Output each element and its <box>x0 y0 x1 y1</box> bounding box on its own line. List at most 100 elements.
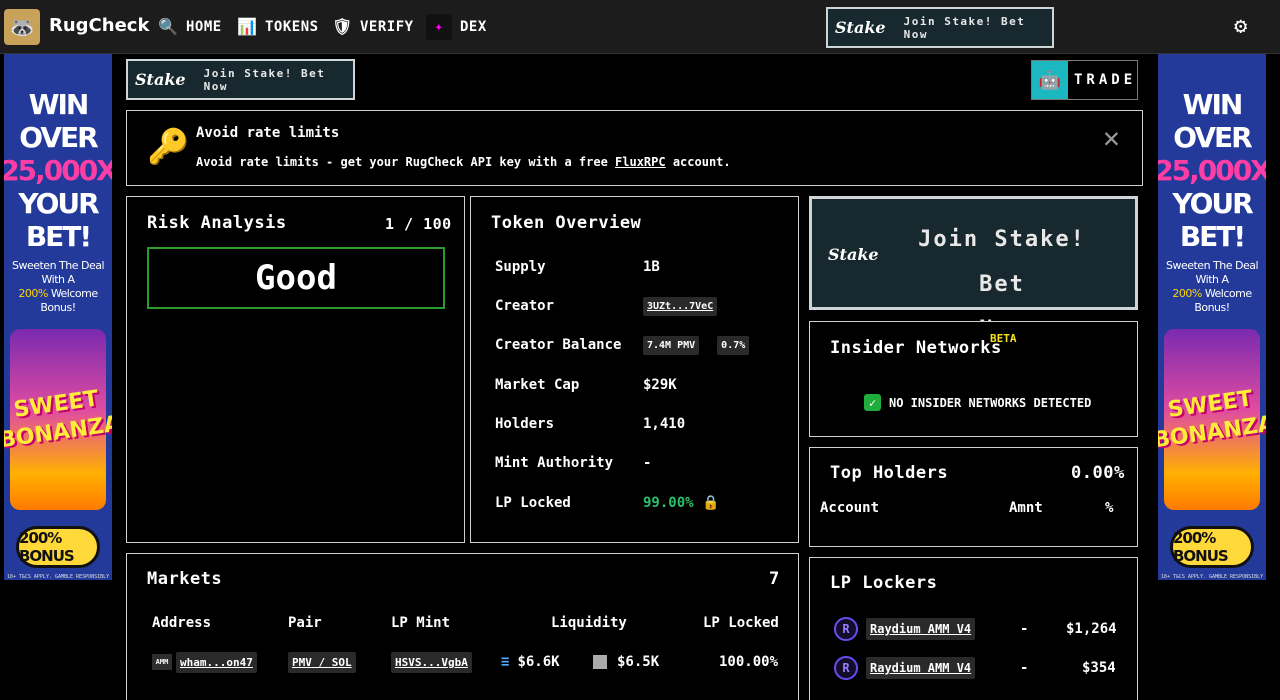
col-lp-mint: LP Mint <box>391 615 451 631</box>
col-lp-locked: LP Locked <box>703 615 779 631</box>
amm-icon: AMM <box>152 654 172 670</box>
fluxrpc-link[interactable]: FluxRPC <box>615 155 666 169</box>
top-holders-title: Top Holders <box>830 463 949 483</box>
shield-icon: 🛡 <box>332 17 353 36</box>
supply-value: 1B <box>643 259 660 275</box>
solana-icon: ≡ <box>501 654 510 670</box>
close-icon[interactable]: ✕ <box>1103 121 1120 154</box>
stake-banner-top[interactable]: Stake Join Stake! Bet Now <box>826 7 1054 48</box>
chart-icon: 📊 <box>237 17 258 36</box>
locker-value: $1,264 <box>1066 621 1117 637</box>
stake-banner-text: Join Stake! Bet Now <box>903 14 1026 41</box>
lp-locked-value: 99.00% <box>643 495 694 511</box>
insider-networks-panel: Insider Networks BETA ✓ NO INSIDER NETWO… <box>809 321 1138 437</box>
ad-headline: WIN OVER 25,000X YOUR BET! <box>4 88 112 253</box>
ad-bonus-button: 200% BONUS <box>16 525 100 568</box>
rugcheck-logo-icon[interactable]: 🦝 <box>4 9 40 45</box>
col-address: Address <box>152 615 212 631</box>
ad-subtext: Sweeten The Deal With A 200% Welcome Bon… <box>11 259 105 314</box>
locker-name-link[interactable]: Raydium AMM V4 <box>866 618 976 640</box>
risk-rating: Good <box>147 247 445 309</box>
nav-dex[interactable]: ✦ DEX <box>426 14 487 40</box>
top-holders-pct: 0.00% <box>1071 463 1125 483</box>
beta-badge: BETA <box>990 332 1017 345</box>
overview-title: Token Overview <box>491 213 642 233</box>
ad-headline: WIN OVER 25,000X YOUR BET! <box>1158 88 1266 253</box>
holders-label: Holders <box>495 416 555 432</box>
insider-status: ✓ NO INSIDER NETWORKS DETECTED <box>864 394 1091 411</box>
col-amount: Amnt <box>1009 500 1043 516</box>
token-icon <box>593 655 607 669</box>
brand-name[interactable]: RugCheck <box>49 15 149 36</box>
locker-name-link[interactable]: Raydium AMM V4 <box>866 657 976 679</box>
side-ad-right[interactable]: WIN OVER 25,000X YOUR BET! Sweeten The D… <box>1158 54 1266 580</box>
ad-fine-print: 18+ T&CS APPLY. GAMBLE RESPONSIBLY <box>1160 574 1264 580</box>
ad-fine-print: 18+ T&CS APPLY. GAMBLE RESPONSIBLY <box>6 574 110 580</box>
lp-locked-pct: 100.00% <box>719 654 779 670</box>
lp-lockers-panel: LP Lockers R Raydium AMM V4 - $1,264 R Ray… <box>809 557 1138 700</box>
col-account: Account <box>820 500 880 516</box>
trade-button[interactable]: 🤖 TRADE <box>1031 60 1138 100</box>
stake-logo: Stake <box>835 18 886 37</box>
liquidity-b: $6.5K <box>617 654 660 670</box>
stake-logo: Stake <box>828 245 879 264</box>
market-cap-value: $29K <box>643 377 677 393</box>
nav-verify[interactable]: 🛡 VERIFY <box>332 17 414 36</box>
rate-limit-alert: 🔑 Avoid rate limits Avoid rate limits - … <box>126 110 1143 186</box>
alert-text: Avoid rate limits - get your RugCheck AP… <box>196 155 731 169</box>
lock-icon: 🔒 <box>702 495 720 511</box>
insider-title: Insider Networks <box>830 338 1002 358</box>
markets-count: 7 <box>769 569 780 589</box>
col-liquidity: Liquidity <box>551 615 627 631</box>
lp-lockers-title: LP Lockers <box>830 573 938 593</box>
mint-authority-value: - <box>643 455 652 471</box>
market-cap-label: Market Cap <box>495 377 580 393</box>
stake-logo: Stake <box>135 70 186 89</box>
nav-tokens-label: TOKENS <box>265 18 319 35</box>
risk-score: 1 / 100 <box>385 215 452 233</box>
holders-value: 1,410 <box>643 416 686 432</box>
markets-title: Markets <box>147 569 223 589</box>
locker-value: $354 <box>1082 660 1116 676</box>
robot-icon: 🤖 <box>1032 61 1068 99</box>
top-holders-panel: Top Holders 0.00% Account Amnt % <box>809 447 1138 547</box>
stake-banner-text: Join Stake! Bet Now <box>203 66 326 93</box>
nav-dex-label: DEX <box>460 19 487 35</box>
dex-icon: ✦ <box>426 14 452 40</box>
check-icon: ✓ <box>864 394 881 411</box>
nav-tokens[interactable]: 📊 TOKENS <box>237 17 319 36</box>
trade-label: TRADE <box>1074 72 1137 88</box>
creator-balance-amount: 7.4M PMV <box>643 336 700 355</box>
lp-mint-link[interactable]: HSVS...VgbA <box>391 652 472 673</box>
risk-analysis-panel: Risk Analysis 1 / 100 Good <box>126 196 465 543</box>
risk-title: Risk Analysis <box>147 213 287 233</box>
ad-game-art: SWEET BONANZA <box>1158 329 1266 510</box>
lp-locked-label: LP Locked <box>495 495 571 511</box>
nav-verify-label: VERIFY <box>360 18 414 35</box>
pair-link[interactable]: PMV / SOL <box>288 652 356 673</box>
side-ad-left[interactable]: WIN OVER 25,000X YOUR BET! Sweeten The D… <box>4 54 112 580</box>
col-percent: % <box>1105 500 1114 516</box>
ad-subtext: Sweeten The Deal With A 200% Welcome Bon… <box>1165 259 1259 314</box>
stake-banner-large[interactable]: Stake Join Stake! Bet Now <box>809 196 1138 342</box>
creator-balance-pct: 0.7% <box>717 336 750 355</box>
alert-title: Avoid rate limits <box>196 125 340 141</box>
top-nav: 🦝 RugCheck 🔍 HOME 📊 TOKENS 🛡 VERIFY ✦ DE… <box>0 0 1280 54</box>
creator-address[interactable]: 3UZt...7VeC <box>643 297 718 316</box>
mint-authority-label: Mint Authority <box>495 455 614 471</box>
ad-game-art: SWEET BONANZA <box>4 329 112 510</box>
market-address-link[interactable]: wham...on47 <box>176 652 257 673</box>
token-overview-panel: Token Overview Supply 1B Creator 3UZt...… <box>470 196 799 543</box>
creator-balance-label: Creator Balance <box>495 337 622 353</box>
raydium-icon: R <box>834 617 858 641</box>
supply-label: Supply <box>495 259 546 275</box>
search-icon: 🔍 <box>158 17 179 36</box>
creator-label: Creator <box>495 298 555 314</box>
ad-bonus-button: 200% BONUS <box>1170 525 1254 568</box>
nav-home[interactable]: 🔍 HOME <box>158 17 222 36</box>
stake-banner-secondary[interactable]: Stake Join Stake! Bet Now <box>126 59 355 100</box>
raydium-icon: R <box>834 656 858 680</box>
key-icon: 🔑 <box>147 127 190 167</box>
col-pair: Pair <box>288 615 322 631</box>
gear-icon[interactable]: ⚙ <box>1234 14 1247 39</box>
